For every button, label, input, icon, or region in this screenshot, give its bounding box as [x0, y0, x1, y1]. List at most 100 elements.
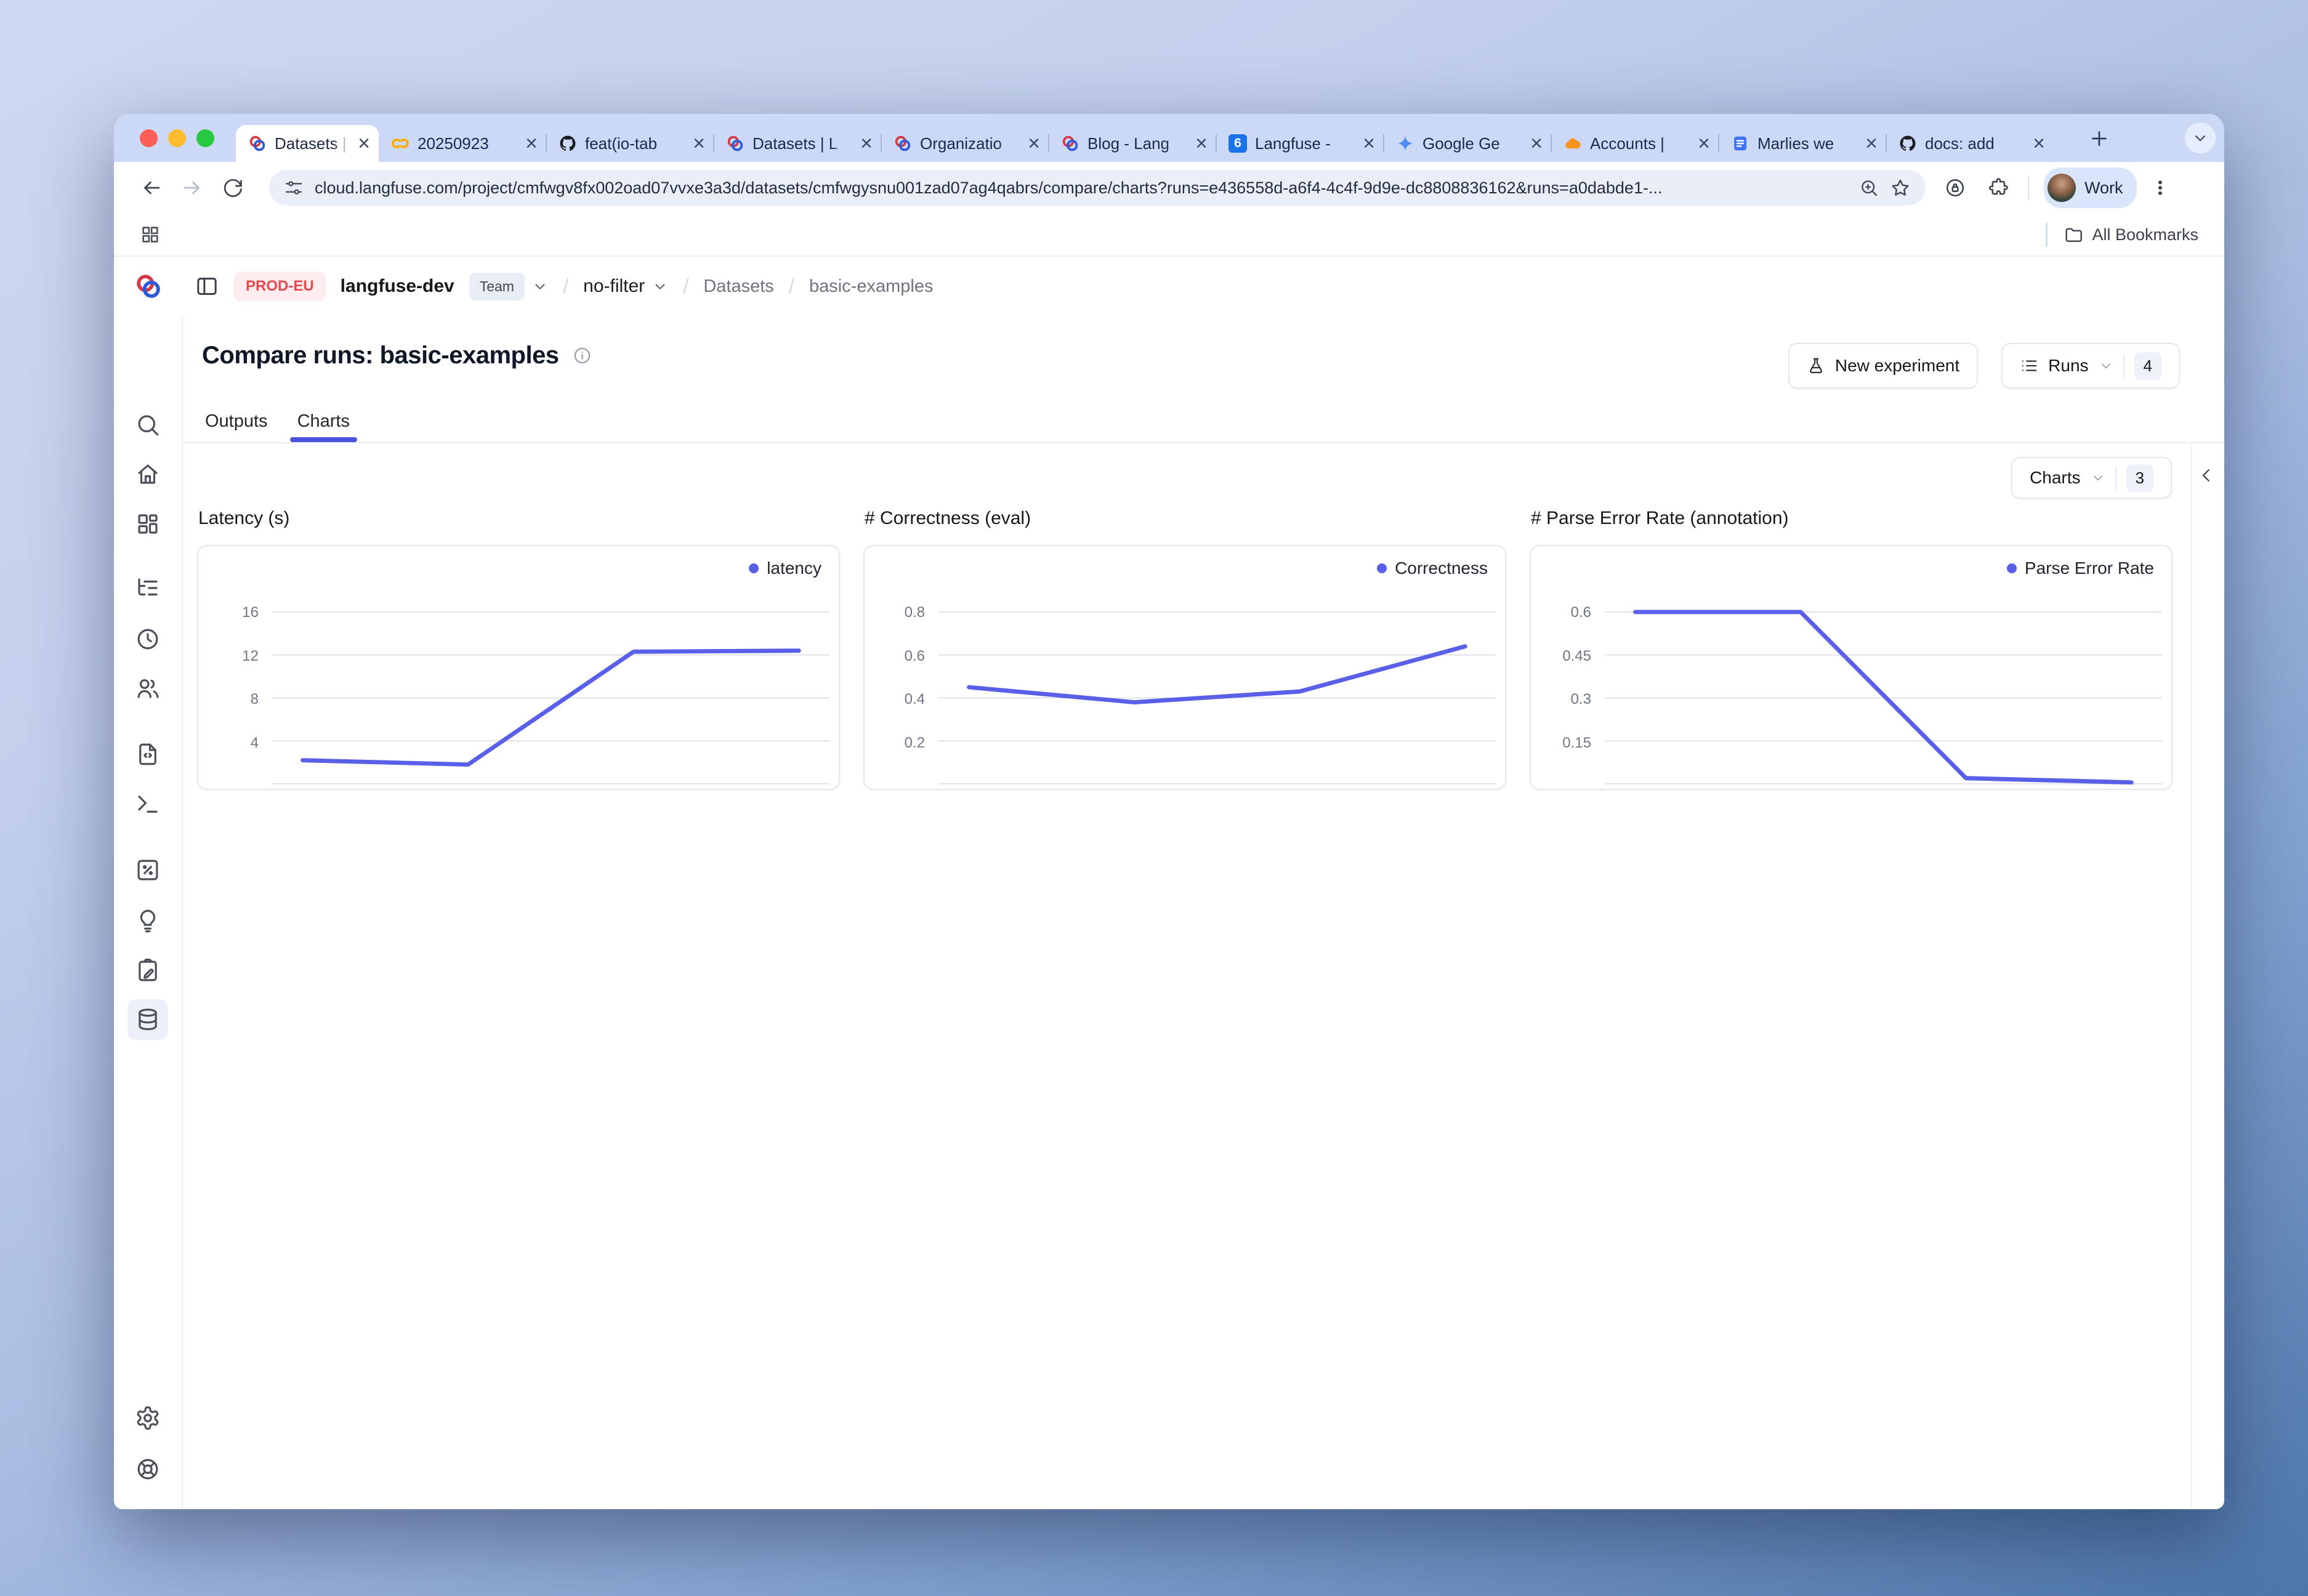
datasets-icon [135, 1007, 161, 1033]
tab-search-chevron-icon[interactable] [2185, 123, 2216, 153]
evaluators-icon [135, 857, 161, 883]
tab-close-icon[interactable]: × [1865, 134, 1878, 153]
maximize-window-icon[interactable] [196, 129, 214, 147]
org-plan[interactable]: Team [469, 273, 548, 300]
sidebar-item-evaluators[interactable] [127, 850, 168, 890]
langfuse-favicon-icon [726, 134, 744, 153]
sidebar-item-annotation[interactable] [127, 950, 168, 991]
collapse-panel-chevron-icon[interactable] [2192, 461, 2221, 490]
close-window-icon[interactable] [140, 129, 158, 147]
extensions-puzzle-icon[interactable] [1985, 174, 2012, 201]
sidebar-item-dashboards[interactable] [127, 504, 168, 544]
browser-tab[interactable]: Datasets | L × [236, 125, 379, 162]
chart-legend: Correctness [1377, 558, 1488, 578]
breadcrumb-dataset-name[interactable]: basic-examples [809, 276, 933, 297]
github-favicon-icon [1898, 134, 1917, 153]
tab-title: Organizatio [920, 134, 1020, 153]
charts-dropdown-button[interactable]: Charts 3 [2011, 457, 2172, 499]
tab-charts[interactable]: Charts [297, 401, 350, 441]
legend-dot-icon [2007, 563, 2017, 573]
tab-close-icon[interactable]: × [358, 134, 370, 153]
browser-tab[interactable]: Datasets | L × [714, 125, 881, 162]
playground-icon [135, 791, 161, 817]
tab-close-icon[interactable]: × [1195, 134, 1208, 153]
address-bar[interactable]: cloud.langfuse.com/project/cmfwgv8fx002o… [269, 170, 1926, 206]
tab-close-icon[interactable]: × [693, 134, 705, 153]
docblue-favicon-icon [1731, 134, 1749, 153]
all-bookmarks-label[interactable]: All Bookmarks [2092, 225, 2198, 244]
browser-tab[interactable]: Accounts |× [1551, 125, 1719, 162]
plan-badge: Team [469, 273, 525, 300]
sidebar-item-tracing[interactable] [127, 568, 168, 608]
tab-close-icon[interactable]: × [525, 134, 538, 153]
runs-dropdown-button[interactable]: Runs 4 [2001, 343, 2180, 389]
sidebar-item-users[interactable] [127, 668, 168, 709]
chevron-down-icon [2091, 470, 2105, 485]
charts-label: Charts [2030, 468, 2080, 488]
profile-label: Work [2084, 179, 2123, 198]
project-name: no-filter [583, 276, 645, 297]
bookmark-star-icon[interactable] [1890, 177, 1911, 198]
chart-legend: latency [749, 558, 821, 578]
browser-tab[interactable]: docs: add× [1886, 125, 2054, 162]
org-name[interactable]: langfuse-dev [341, 276, 454, 297]
tab-close-icon[interactable]: × [1530, 134, 1543, 153]
dashboards-icon [135, 511, 161, 537]
tab-outputs[interactable]: Outputs [205, 401, 268, 441]
forward-button[interactable] [178, 174, 206, 202]
minimize-window-icon[interactable] [168, 129, 186, 147]
langfuse-favicon-icon [894, 134, 912, 153]
sidebar-item-search[interactable] [127, 405, 168, 445]
flask-icon [1807, 357, 1825, 375]
browser-menu-icon[interactable] [2148, 175, 2173, 200]
url-text[interactable]: cloud.langfuse.com/project/cmfwgv8fx002o… [315, 179, 1848, 198]
browser-tab-strip: Datasets | L×20250923×feat(io-tab×Datase… [114, 114, 2224, 162]
charts-count-badge: 3 [2126, 464, 2153, 492]
new-experiment-button[interactable]: New experiment [1788, 343, 1978, 389]
browser-tab[interactable]: 6Langfuse -× [1216, 125, 1384, 162]
tab-close-icon[interactable]: × [1363, 134, 1375, 153]
langfuse-favicon-icon [248, 134, 267, 153]
right-panel-divider [2191, 443, 2192, 1509]
info-icon[interactable] [573, 346, 592, 365]
site-settings-icon[interactable] [284, 178, 304, 198]
browser-tab[interactable]: Organizatio × [881, 125, 1049, 162]
app-header: PROD-EU langfuse-dev Team / no-filter / … [114, 257, 2224, 316]
cloudorange-favicon-icon [1564, 134, 1582, 153]
chart-block: Latency (s)481216latency [197, 508, 840, 790]
new-tab-button[interactable] [2088, 127, 2110, 150]
tab-close-icon[interactable]: × [2033, 134, 2045, 153]
breadcrumb-datasets[interactable]: Datasets [703, 276, 773, 297]
tab-title: Datasets | L [275, 134, 350, 153]
breadcrumb-separator: / [683, 275, 688, 298]
sidebar-toggle-icon[interactable] [195, 274, 219, 299]
sidebar-item-sessions[interactable] [127, 619, 168, 659]
apps-grid-icon[interactable] [140, 224, 161, 245]
browser-tab[interactable]: feat(io-tab × [546, 125, 714, 162]
tab-title: feat(io-tab [585, 134, 685, 153]
sidebar-item-support[interactable] [127, 1449, 168, 1489]
zoom-icon[interactable] [1859, 178, 1879, 198]
sidebar-item-playground[interactable] [127, 784, 168, 824]
tab-close-icon[interactable]: × [1698, 134, 1710, 153]
password-extension-icon[interactable] [1942, 174, 1969, 201]
langfuse-logo-icon[interactable] [134, 272, 163, 300]
browser-tab[interactable]: Blog - Lang× [1049, 125, 1216, 162]
tab-title: Datasets | L [753, 134, 852, 153]
project-selector[interactable]: no-filter [583, 276, 668, 297]
home-icon [135, 461, 161, 487]
back-button[interactable] [137, 174, 166, 202]
browser-profile-chip[interactable]: Work [2044, 167, 2137, 208]
browser-tab[interactable]: Google Ge× [1384, 125, 1551, 162]
reload-button[interactable] [219, 174, 247, 202]
sidebar-item-prompts[interactable] [127, 734, 168, 775]
sidebar-item-insights[interactable] [127, 900, 168, 941]
browser-tab[interactable]: Marlies we× [1719, 125, 1886, 162]
sidebar-item-home[interactable] [127, 454, 168, 494]
tab-close-icon[interactable]: × [860, 134, 873, 153]
sidebar-item-datasets[interactable] [127, 999, 168, 1040]
tab-close-icon[interactable]: × [1028, 134, 1040, 153]
chart-title: # Correctness (eval) [865, 508, 1506, 529]
browser-tab[interactable]: 20250923× [379, 125, 546, 162]
sidebar-item-settings[interactable] [127, 1398, 168, 1438]
